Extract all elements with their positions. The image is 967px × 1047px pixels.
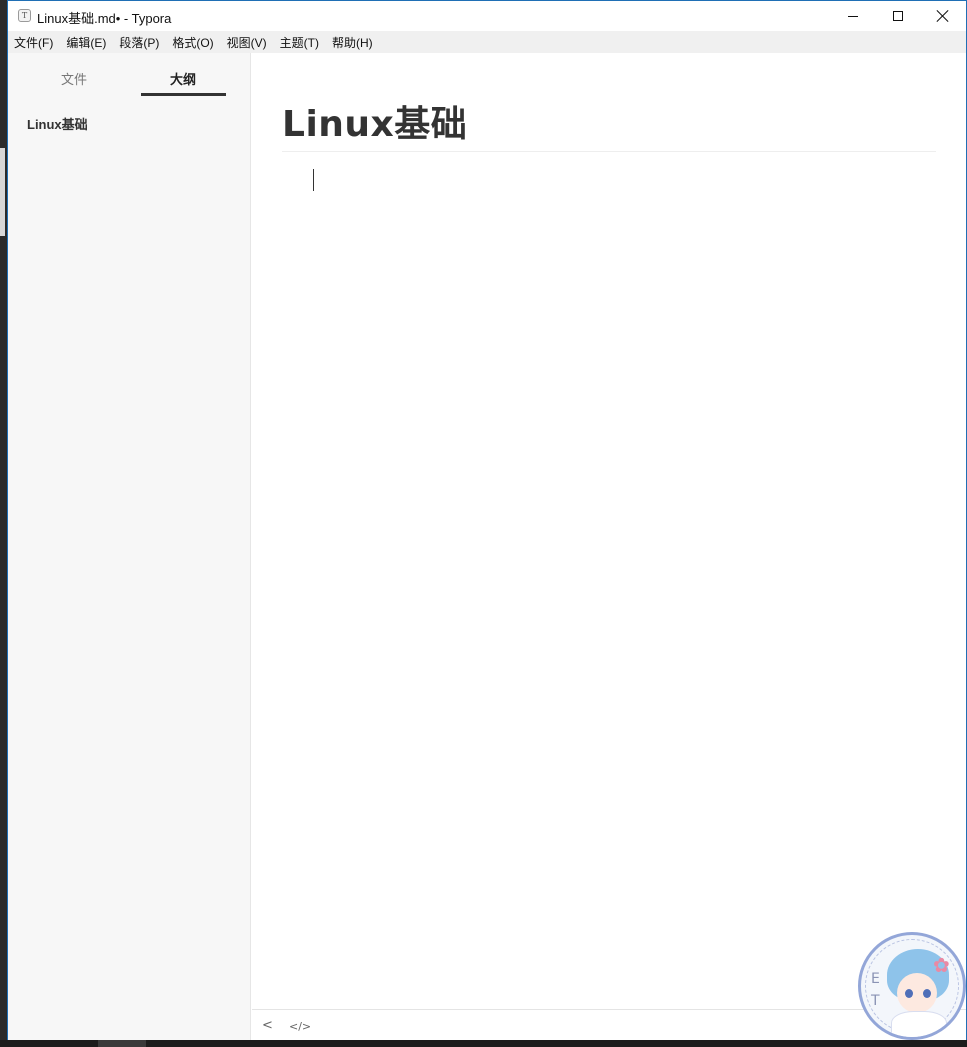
editor-area[interactable]: Linux基础 bbox=[252, 53, 966, 1009]
avatar-face bbox=[897, 973, 937, 1013]
outline-item-heading[interactable]: Linux基础 bbox=[27, 114, 88, 133]
minimize-icon bbox=[848, 15, 858, 17]
tab-outline[interactable]: 大纲 bbox=[170, 69, 196, 88]
title-bar[interactable]: T Linux基础.md• - Typora bbox=[8, 1, 966, 31]
menu-view[interactable]: 视图(V) bbox=[227, 34, 267, 51]
close-button[interactable] bbox=[920, 1, 966, 31]
source-code-icon[interactable]: </> bbox=[289, 1020, 311, 1033]
typora-window: T Linux基础.md• - Typora 文件(F) 编辑(E) 段落(P)… bbox=[7, 0, 967, 1041]
menu-theme[interactable]: 主题(T) bbox=[280, 34, 319, 51]
avatar-body bbox=[891, 1011, 947, 1037]
sidebar: 文件 大纲 Linux基础 bbox=[8, 53, 251, 1041]
desktop-highlight bbox=[0, 148, 5, 236]
desktop-background bbox=[0, 0, 7, 1047]
avatar[interactable]: ✿ E T bbox=[858, 932, 966, 1040]
window-title: Linux基础.md• - Typora bbox=[37, 11, 172, 26]
avatar-letter-e: E bbox=[871, 971, 880, 987]
document-heading[interactable]: Linux基础 bbox=[282, 95, 467, 147]
text-cursor bbox=[313, 169, 314, 191]
minimize-button[interactable] bbox=[830, 1, 876, 31]
menu-paragraph[interactable]: 段落(P) bbox=[119, 34, 159, 51]
menu-help[interactable]: 帮助(H) bbox=[332, 34, 373, 51]
active-tab-indicator bbox=[141, 93, 226, 96]
menu-file[interactable]: 文件(F) bbox=[14, 34, 53, 51]
menu-edit[interactable]: 编辑(E) bbox=[66, 34, 106, 51]
typora-app-icon: T bbox=[18, 9, 31, 22]
avatar-letter-t: T bbox=[871, 993, 880, 1009]
flower-icon: ✿ bbox=[933, 953, 950, 977]
maximize-icon bbox=[893, 11, 903, 21]
tab-files[interactable]: 文件 bbox=[61, 69, 87, 88]
heading-divider bbox=[282, 151, 936, 152]
close-icon bbox=[937, 10, 949, 22]
chevron-left-icon[interactable]: < bbox=[262, 1018, 273, 1033]
avatar-eye-left bbox=[905, 989, 913, 998]
taskbar-item[interactable] bbox=[98, 1040, 146, 1047]
taskbar bbox=[0, 1040, 967, 1047]
maximize-button[interactable] bbox=[875, 1, 921, 31]
menu-bar: 文件(F) 编辑(E) 段落(P) 格式(O) 视图(V) 主题(T) 帮助(H… bbox=[8, 31, 966, 53]
status-footer: < </> bbox=[252, 1009, 966, 1041]
avatar-eye-right bbox=[923, 989, 931, 998]
menu-format[interactable]: 格式(O) bbox=[172, 34, 213, 51]
